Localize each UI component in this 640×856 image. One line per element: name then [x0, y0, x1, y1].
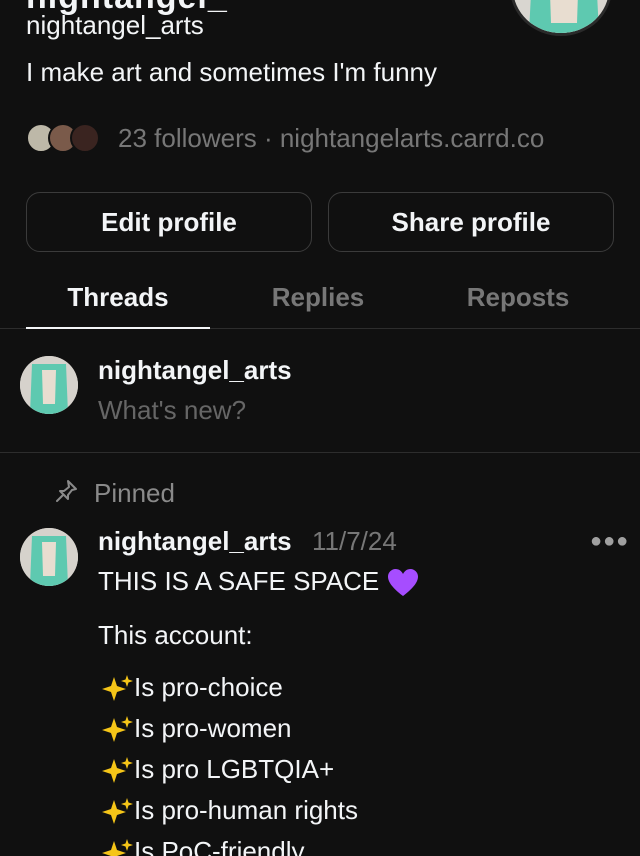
pinned-indicator: Pinned — [56, 478, 175, 509]
post-author[interactable]: nightangel_arts — [98, 526, 292, 557]
composer-input[interactable]: What's new? — [98, 395, 246, 426]
tab-threads[interactable]: Threads — [26, 282, 210, 313]
tab-replies[interactable]: Replies — [226, 282, 410, 313]
sparkles-emoji — [100, 837, 134, 856]
sparkles-emoji — [100, 796, 134, 826]
follower-avatars — [26, 121, 106, 155]
list-item: Is pro-choice — [100, 672, 283, 703]
sparkles-emoji — [100, 673, 134, 703]
list-item: Is pro-women — [100, 713, 292, 744]
followers-link[interactable]: 23 followers · nightangelarts.carrd.co — [118, 123, 544, 154]
composer[interactable]: nightangel_arts What's new? — [0, 330, 640, 453]
post-timestamp: 11/7/24 — [312, 526, 397, 556]
tab-reposts[interactable]: Reposts — [426, 282, 610, 313]
profile-handle: nightangel_arts — [26, 10, 204, 40]
share-profile-button[interactable]: Share profile — [328, 192, 614, 252]
list-item: Is PoC-friendly — [100, 836, 305, 856]
avatar[interactable] — [20, 528, 78, 586]
edit-profile-button[interactable]: Edit profile — [26, 192, 312, 252]
profile-bio: I make art and sometimes I'm funny — [26, 57, 438, 87]
pin-icon — [56, 479, 78, 508]
composer-username: nightangel_arts — [98, 355, 292, 385]
avatar — [20, 356, 78, 414]
follower-avatar — [70, 123, 100, 153]
sparkles-emoji — [100, 714, 134, 744]
more-icon[interactable]: ●●● — [590, 530, 629, 553]
active-tab-indicator — [26, 327, 210, 329]
list-item: Is pro-human rights — [100, 795, 358, 826]
purple-heart-emoji — [387, 568, 419, 598]
sparkles-emoji — [100, 755, 134, 785]
followers-row[interactable]: 23 followers · nightangelarts.carrd.co — [26, 120, 544, 156]
post-intro: This account: — [98, 620, 253, 650]
profile-tabs: Threads Replies Reposts — [0, 272, 640, 329]
pinned-label: Pinned — [94, 478, 175, 508]
profile-avatar[interactable] — [510, 0, 612, 36]
post-heading: THIS IS A SAFE SPACE — [98, 566, 419, 598]
list-item: Is pro LGBTQIA+ — [100, 754, 334, 785]
